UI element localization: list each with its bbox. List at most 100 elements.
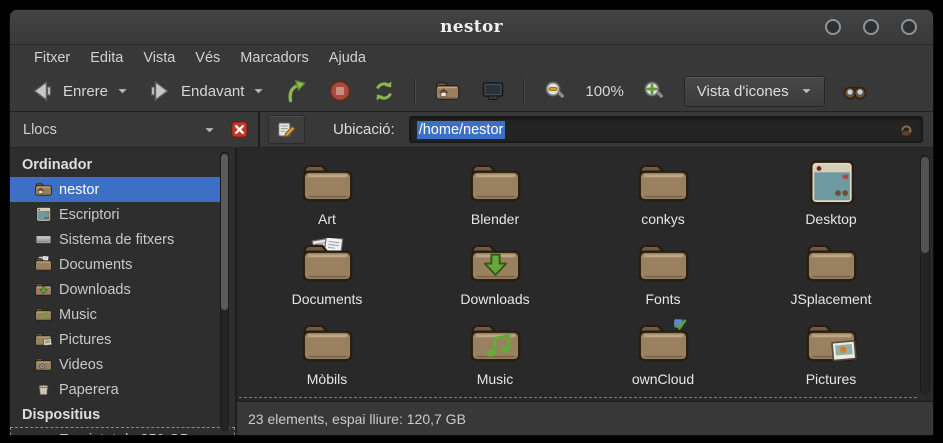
file-label: ownCloud bbox=[632, 371, 694, 387]
file-item-owncloud[interactable]: ownCloud bbox=[579, 318, 747, 398]
sidebar-item-label: Documents bbox=[59, 257, 132, 273]
folder-downloads-icon bbox=[467, 238, 524, 288]
folder-videos-icon bbox=[34, 356, 53, 373]
location-value: /home/nestor bbox=[417, 121, 506, 139]
statusbar: 23 elements, espai lliure: 120,7 GB bbox=[237, 401, 933, 435]
view-mode-dropdown[interactable]: Vista d'icones bbox=[684, 76, 825, 107]
file-label: Music bbox=[477, 371, 514, 387]
forward-button[interactable]: Endavant bbox=[139, 75, 273, 107]
window-button-2[interactable] bbox=[863, 19, 879, 35]
location-input[interactable]: /home/nestor bbox=[409, 116, 923, 143]
sidebar-item-label: Escriptori bbox=[59, 207, 119, 223]
menu-marcadors[interactable]: Marcadors bbox=[230, 47, 319, 69]
sidebar-item-documents[interactable]: Documents bbox=[10, 252, 235, 277]
file-item-documents[interactable]: Documents bbox=[243, 238, 411, 318]
sidebar-item-label: Music bbox=[59, 307, 97, 323]
main-scrollbar-thumb[interactable] bbox=[921, 157, 929, 253]
folder-owncloud-icon bbox=[635, 318, 692, 368]
sidebar-item-nestor[interactable]: nestor bbox=[10, 177, 223, 202]
sidebar-item-downloads[interactable]: Downloads bbox=[10, 277, 235, 302]
back-label: Enrere bbox=[63, 83, 108, 100]
file-item-music[interactable]: Music bbox=[411, 318, 579, 398]
back-button[interactable]: Enrere bbox=[21, 75, 137, 107]
folder-documents-icon bbox=[34, 256, 53, 273]
edit-path-button[interactable] bbox=[268, 115, 305, 144]
sidebar-item-escriptori[interactable]: Escriptori bbox=[10, 202, 235, 227]
folder-downloads-icon bbox=[34, 281, 53, 298]
sidebar-item-label: Downloads bbox=[59, 282, 131, 298]
folder-icon bbox=[635, 238, 692, 288]
main-scrollbar[interactable] bbox=[920, 155, 930, 394]
reload-button[interactable] bbox=[363, 75, 405, 107]
folder-icon bbox=[299, 318, 356, 368]
file-item-conkys[interactable]: conkys bbox=[579, 158, 747, 238]
home-button[interactable] bbox=[425, 75, 470, 107]
sidebar-item-label: Encriptat de 250 GB bbox=[59, 432, 190, 436]
back-icon bbox=[30, 79, 54, 103]
menu-vista[interactable]: Vista bbox=[133, 47, 185, 69]
folder-music-icon bbox=[34, 306, 53, 323]
sidebar-header: Llocs bbox=[10, 112, 260, 147]
computer-button[interactable] bbox=[472, 75, 514, 107]
location-bar: Ubicació: /home/nestor bbox=[260, 112, 933, 147]
stop-button[interactable] bbox=[319, 75, 361, 107]
sidebar-title[interactable]: Llocs bbox=[23, 122, 57, 138]
sidebar-item-paperera[interactable]: Paperera bbox=[10, 377, 235, 402]
sidebar: Ordinador nestor Escriptori Sistema de f… bbox=[10, 148, 235, 435]
menu-ajuda[interactable]: Ajuda bbox=[319, 47, 376, 69]
status-text: 23 elements, espai lliure: 120,7 GB bbox=[248, 411, 466, 427]
file-label: Art bbox=[318, 211, 336, 227]
menu-v-s[interactable]: Vés bbox=[185, 47, 230, 69]
file-icon-view[interactable]: Art Blender conkys Desktop Documents Dow… bbox=[237, 148, 933, 401]
drive-icon bbox=[34, 231, 53, 248]
sidebar-item-encriptat-de-250-gb[interactable]: Encriptat de 250 GB bbox=[10, 427, 235, 435]
file-item-pictures[interactable]: Pictures bbox=[747, 318, 915, 398]
forward-history-chevron-icon[interactable] bbox=[253, 87, 264, 95]
window-button-1[interactable] bbox=[825, 19, 841, 35]
computer-icon bbox=[481, 79, 505, 103]
sidebar-item-label: Paperera bbox=[59, 382, 119, 398]
sidebar-scrollbar-thumb[interactable] bbox=[221, 154, 228, 310]
content-area: Ordinador nestor Escriptori Sistema de f… bbox=[10, 148, 933, 435]
sidebar-item-sistema-de-fitxers[interactable]: Sistema de fitxers bbox=[10, 227, 235, 252]
folder-icon bbox=[803, 238, 860, 288]
file-label: Blender bbox=[471, 211, 519, 227]
titlebar[interactable]: nestor bbox=[10, 10, 933, 45]
menu-edita[interactable]: Edita bbox=[80, 47, 133, 69]
zoom-level: 100% bbox=[577, 83, 631, 100]
zoom-out-button[interactable] bbox=[534, 75, 576, 107]
search-button[interactable] bbox=[834, 75, 876, 107]
up-button[interactable] bbox=[275, 75, 317, 107]
sidebar-item-music[interactable]: Music bbox=[10, 302, 235, 327]
menu-fitxer[interactable]: Fitxer bbox=[24, 47, 80, 69]
sidebar-scrollbar[interactable] bbox=[220, 152, 229, 431]
file-label: Fonts bbox=[645, 291, 680, 307]
file-item-jsplacement[interactable]: JSplacement bbox=[747, 238, 915, 318]
sidebar-close-button[interactable] bbox=[231, 121, 248, 138]
file-item-fonts[interactable]: Fonts bbox=[579, 238, 747, 318]
file-item-m-bils[interactable]: Mòbils bbox=[243, 318, 411, 398]
go-jump-icon[interactable] bbox=[897, 121, 915, 139]
view-mode-chevron-icon bbox=[801, 87, 812, 95]
sidebar-item-label: Pictures bbox=[59, 332, 111, 348]
drive-icon bbox=[34, 431, 53, 435]
sidebar-item-videos[interactable]: Videos bbox=[10, 352, 235, 377]
home-folder-icon bbox=[434, 79, 461, 103]
file-item-art[interactable]: Art bbox=[243, 158, 411, 238]
folder-icon bbox=[635, 158, 692, 208]
back-history-chevron-icon[interactable] bbox=[117, 87, 128, 95]
sidebar-item-pictures[interactable]: Pictures bbox=[10, 327, 235, 352]
file-item-blender[interactable]: Blender bbox=[411, 158, 579, 238]
file-item-downloads[interactable]: Downloads bbox=[411, 238, 579, 318]
forward-icon bbox=[148, 79, 172, 103]
file-manager-window: nestor FitxerEditaVistaVésMarcadorsAjuda… bbox=[10, 10, 933, 435]
zoom-in-button[interactable] bbox=[633, 75, 675, 107]
folder-pictures-icon bbox=[803, 318, 860, 368]
path-row: Llocs Ubicació: /home/nestor bbox=[10, 112, 933, 148]
folder-pictures-icon bbox=[34, 331, 53, 348]
window-button-3[interactable] bbox=[901, 19, 917, 35]
sidebar-section-ordinador: Ordinador bbox=[10, 152, 235, 177]
file-item-desktop[interactable]: Desktop bbox=[747, 158, 915, 238]
sidebar-chevron-icon[interactable] bbox=[204, 126, 215, 134]
stop-icon bbox=[328, 79, 352, 103]
